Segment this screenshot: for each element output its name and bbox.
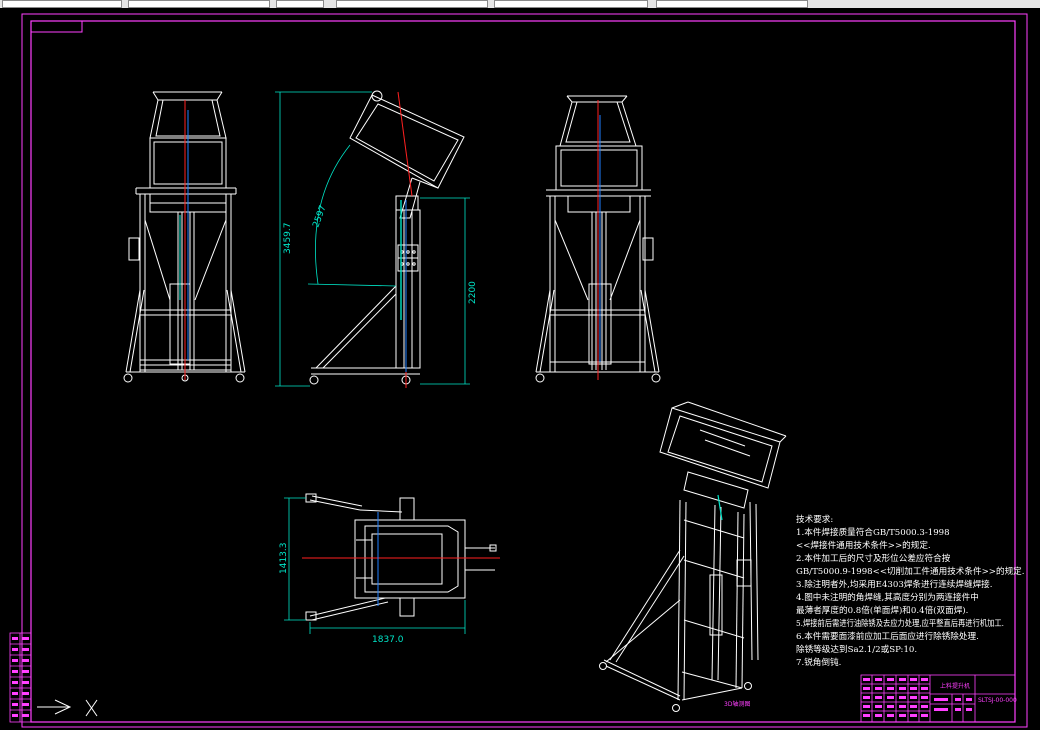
dim-plan-width: 1413.3 [279,543,289,575]
tech-note-line: 2.本件加工后的尺寸及形位公差应符合按 [796,552,951,564]
tech-note-line: 最薄者厚度的0.8倍(单面焊)和0.4倍(双面焊). [796,604,968,616]
tech-note-line: 5.焊接前后需进行油除锈及去应力处理,应平整直后再进行机加工. [796,617,1004,629]
toolbar-field-2[interactable] [128,0,270,8]
tech-note-line: 6.本件需要面漆前应加工后面应进行除锈除处理. [796,630,979,642]
tech-note-line: 4.图中未注明的角焊缝,其高度分别为两连接件中 [796,591,979,603]
toolbar-field-1[interactable] [2,0,122,8]
tech-note-line: 除锈等级达到Sa2.1/2或SP:10. [796,643,917,655]
tech-note-line: 1.本件焊接质量符合GB/T5000.3-1998 [796,526,950,538]
drawing-canvas[interactable]: 3459.7 2597 2200 1413.3 1837.0 3D轴测图 技术要… [0,8,1040,730]
toolbar-field-6[interactable] [656,0,808,8]
toolbar-field-3[interactable] [276,0,324,8]
dim-plan-length: 1837.0 [372,635,404,645]
title-block-name: 上料提升机 [940,682,970,690]
tech-note-line: 7.锐角倒钝. [796,656,841,668]
tech-note-line: GB/T5000.9-1998<<切削加工件通用技术条件>>的规定. [796,565,1025,577]
iso-caption: 3D轴测图 [724,700,750,708]
toolbar-field-4[interactable] [336,0,488,8]
tech-note-line: <<焊接件通用技术条件>>的规定. [796,539,931,551]
tech-note-line: 3.除注明者外,均采用E4303焊条进行连续焊缝焊接. [796,578,993,590]
tech-notes-title: 技术要求: [796,513,833,525]
title-block-number: SLTSJ-00-000 [978,697,1017,704]
dim-post-height: 2200 [468,281,478,304]
toolbar-field-5[interactable] [494,0,648,8]
dim-total-height: 3459.7 [283,223,293,255]
